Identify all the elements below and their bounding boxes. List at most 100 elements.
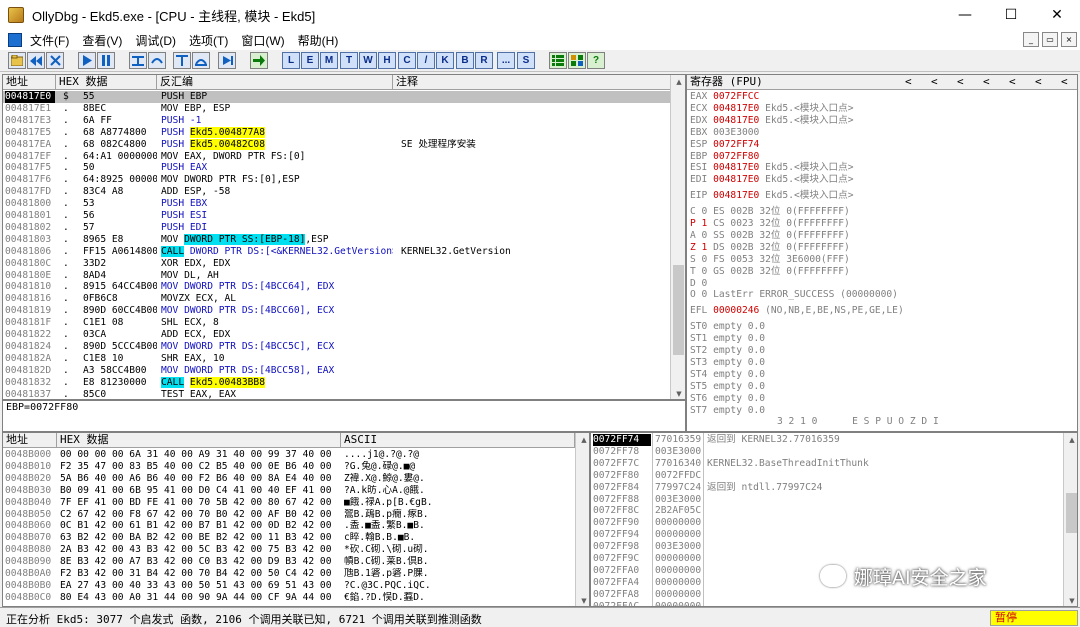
chevron-left-icon[interactable]: <	[931, 75, 938, 89]
chevron-left-icon[interactable]: <	[1035, 75, 1042, 89]
disasm-row[interactable]: 004817E3. 6A FF PUSH -1	[3, 115, 670, 127]
mdi-restore-button[interactable]: ▭	[1042, 32, 1058, 47]
disasm-row[interactable]: 0048182A. C1E8 10 SHR EAX, 10	[3, 353, 670, 365]
stack-row[interactable]: 0072FF74 77016359 返回到 KERNEL32.77016359	[591, 434, 1063, 446]
register-row[interactable]: ECX 004817E0 Ekd5.<模块入口点>	[690, 103, 854, 115]
fpu-row[interactable]: ST0 empty 0.0	[690, 321, 765, 333]
dump-header-hex[interactable]: HEX 数据	[57, 433, 341, 448]
scroll-up-icon[interactable]: ▲	[576, 433, 589, 447]
run-trace-button[interactable]: ...	[497, 52, 515, 69]
stack-row[interactable]: 0072FFA8 00000000	[591, 589, 1063, 601]
dump-row[interactable]: 0048B050 C2 67 42 00 F8 67 42 00 70 B0 42…	[3, 509, 575, 521]
chevron-left-icon[interactable]: <	[957, 75, 964, 89]
register-eip-row[interactable]: EIP 004817E0 Ekd5.<模块入口点>	[690, 190, 854, 202]
disasm-row[interactable]: 00481803. 8965 E8 MOV DWORD PTR SS:[EBP-18…	[3, 233, 670, 246]
menu-view[interactable]: 查看(V)	[82, 32, 122, 49]
dump-row[interactable]: 0048B0A0 F2 B3 42 00 31 B4 42 00 70 B4 42…	[3, 568, 575, 580]
source-button[interactable]: S	[517, 52, 535, 69]
step-into-icon[interactable]	[129, 52, 147, 69]
disasm-row[interactable]: 004817E0 $55 PUSH EBP	[3, 91, 670, 103]
register-row[interactable]: ESP 0072FF74	[690, 139, 759, 151]
disasm-scroll-thumb[interactable]	[673, 265, 684, 355]
menu-debug[interactable]: 调试(D)	[135, 32, 176, 49]
register-row[interactable]: EBX 003E3000	[690, 127, 759, 139]
flag-row[interactable]: C 0 ES 002B 32位 0(FFFFFFFF)	[690, 206, 850, 218]
references-button[interactable]: R	[475, 52, 493, 69]
disasm-row[interactable]: 004817EF. 64:A1 00000000 MOV EAX, DWORD PT…	[3, 151, 670, 163]
disasm-header-disassembly[interactable]: 反汇编	[157, 75, 393, 90]
disasm-header-comment[interactable]: 注释	[393, 75, 671, 90]
dump-row[interactable]: 0048B080 2A B3 42 00 43 B3 42 00 5C B3 42…	[3, 544, 575, 556]
chevron-left-icon[interactable]: <	[983, 75, 990, 89]
scroll-down-icon[interactable]: ▼	[671, 387, 685, 399]
menu-window[interactable]: 窗口(W)	[241, 32, 284, 49]
scroll-up-icon[interactable]: ▲	[1064, 433, 1077, 447]
dump-row[interactable]: 0048B030 B0 09 41 00 6B 95 41 00 D0 C4 41…	[3, 485, 575, 497]
disasm-header-address[interactable]: 地址	[3, 75, 56, 90]
minimize-button[interactable]: —	[942, 0, 988, 30]
executable-modules-button[interactable]: E	[301, 52, 319, 69]
menu-help[interactable]: 帮助(H)	[298, 32, 339, 49]
register-row[interactable]: EDI 004817E0 Ekd5.<模块入口点>	[690, 174, 854, 186]
close-button[interactable]: ✕	[1034, 0, 1080, 30]
fpu-row[interactable]: ST7 empty 0.0	[690, 405, 765, 417]
disasm-row[interactable]: 00481822. 03CA ADD ECX, EDX	[3, 329, 670, 341]
execute-till-return-icon[interactable]	[218, 52, 236, 69]
flag-row[interactable]: A 0 SS 002B 32位 0(FFFFFFFF)	[690, 230, 850, 242]
fpu-row[interactable]: ST1 empty 0.0	[690, 333, 765, 345]
call-stack-button[interactable]: K	[436, 52, 454, 69]
flag-row[interactable]: S 0 FS 0053 32位 3E6000(FFF)	[690, 254, 850, 266]
menu-options[interactable]: 选项(T)	[189, 32, 228, 49]
disasm-row[interactable]: 0048181F. C1E1 08 SHL ECX, 8	[3, 317, 670, 329]
flag-row[interactable]: Z 1 DS 002B 32位 0(FFFFFFFF)	[690, 242, 850, 254]
stack-row[interactable]: 0072FF7C 77016340 KERNEL32.BaseThreadInitT…	[591, 458, 1063, 470]
fpu-row[interactable]: ST5 empty 0.0	[690, 381, 765, 393]
fpu-row[interactable]: ST3 empty 0.0	[690, 357, 765, 369]
disasm-row[interactable]: 0048180E. 8AD4 MOV DL, AH	[3, 270, 670, 282]
register-row[interactable]: EBP 0072FF80	[690, 151, 759, 163]
chevron-left-icon[interactable]: <	[1009, 75, 1016, 89]
dump-row[interactable]: 0048B020 5A B6 40 00 A6 B6 40 00 F2 B6 40…	[3, 473, 575, 485]
dump-row[interactable]: 0048B090 8E B3 42 00 A7 B3 42 00 C0 B3 42…	[3, 556, 575, 568]
dump-row[interactable]: 0048B060 0C B1 42 00 61 B1 42 00 B7 B1 42…	[3, 520, 575, 532]
scroll-down-icon[interactable]: ▼	[1064, 594, 1077, 606]
disasm-row[interactable]: 00481802. 57 PUSH EDI	[3, 222, 670, 234]
handles-button[interactable]: H	[378, 52, 396, 69]
mdi-close-button[interactable]: ×	[1061, 32, 1077, 47]
mdi-minimize-button[interactable]: _	[1023, 32, 1039, 47]
menu-file[interactable]: 文件(F)	[30, 32, 69, 49]
stack-scrollbar[interactable]: ▲ ▼	[1063, 433, 1077, 606]
stack-row[interactable]: 0072FF78 003E3000	[591, 446, 1063, 458]
step-over-icon[interactable]	[148, 52, 166, 69]
trace-over-icon[interactable]	[192, 52, 210, 69]
disasm-row[interactable]: 0048182D. A3 58CC4B00 MOV DWORD PTR DS:[4B…	[3, 365, 670, 377]
scroll-down-icon[interactable]: ▼	[576, 594, 589, 606]
dump-row[interactable]: 0048B000 00 00 00 00 6A 31 40 00 A9 31 40…	[3, 449, 575, 461]
register-row[interactable]: EAX 0072FFCC	[690, 91, 759, 103]
pause-icon[interactable]	[97, 52, 115, 69]
patches-button[interactable]: /	[417, 52, 435, 69]
threads-button[interactable]: T	[340, 52, 358, 69]
dump-row[interactable]: 0048B010 F2 35 47 00 83 B5 40 00 C2 B5 40…	[3, 461, 575, 473]
disasm-row[interactable]: 00481832. E8 81230000 CALL Ekd5.00483BB8	[3, 376, 670, 389]
close-process-icon[interactable]	[46, 52, 64, 69]
rewind-icon[interactable]	[27, 52, 45, 69]
disasm-row[interactable]: 00481801. 56 PUSH ESI	[3, 210, 670, 222]
windows-button[interactable]: W	[359, 52, 377, 69]
disasm-header-hex[interactable]: HEX 数据	[56, 75, 157, 90]
stack-row[interactable]: 0072FF90 00000000	[591, 517, 1063, 529]
flag-row[interactable]: P 1 CS 0023 32位 0(FFFFFFFF)	[690, 218, 850, 230]
run-icon[interactable]	[78, 52, 96, 69]
disasm-row[interactable]: 00481816. 0FB6C8 MOVZX ECX, AL	[3, 293, 670, 305]
grid-icon[interactable]	[568, 52, 586, 69]
disasm-row[interactable]: 00481810. 8915 64CC4B00 MOV DWORD PTR DS:[…	[3, 281, 670, 293]
disasm-row[interactable]: 0048180C. 33D2 XOR EDX, EDX	[3, 258, 670, 270]
dump-header-address[interactable]: 地址	[3, 433, 57, 448]
scroll-up-icon[interactable]: ▲	[671, 75, 685, 89]
disasm-row[interactable]: 00481806. FF15 A0614800 CALL DWORD PTR DS:…	[3, 245, 670, 258]
chevron-left-icon[interactable]: <	[1061, 75, 1068, 89]
fpu-row[interactable]: ST6 empty 0.0	[690, 393, 765, 405]
stack-row[interactable]: 0072FF98 003E3000	[591, 541, 1063, 553]
dump-row[interactable]: 0048B0C0 80 E4 43 00 A0 31 44 00 90 9A 44…	[3, 592, 575, 604]
dump-row[interactable]: 0048B0B0 EA 27 43 00 40 33 43 00 50 51 43…	[3, 580, 575, 592]
